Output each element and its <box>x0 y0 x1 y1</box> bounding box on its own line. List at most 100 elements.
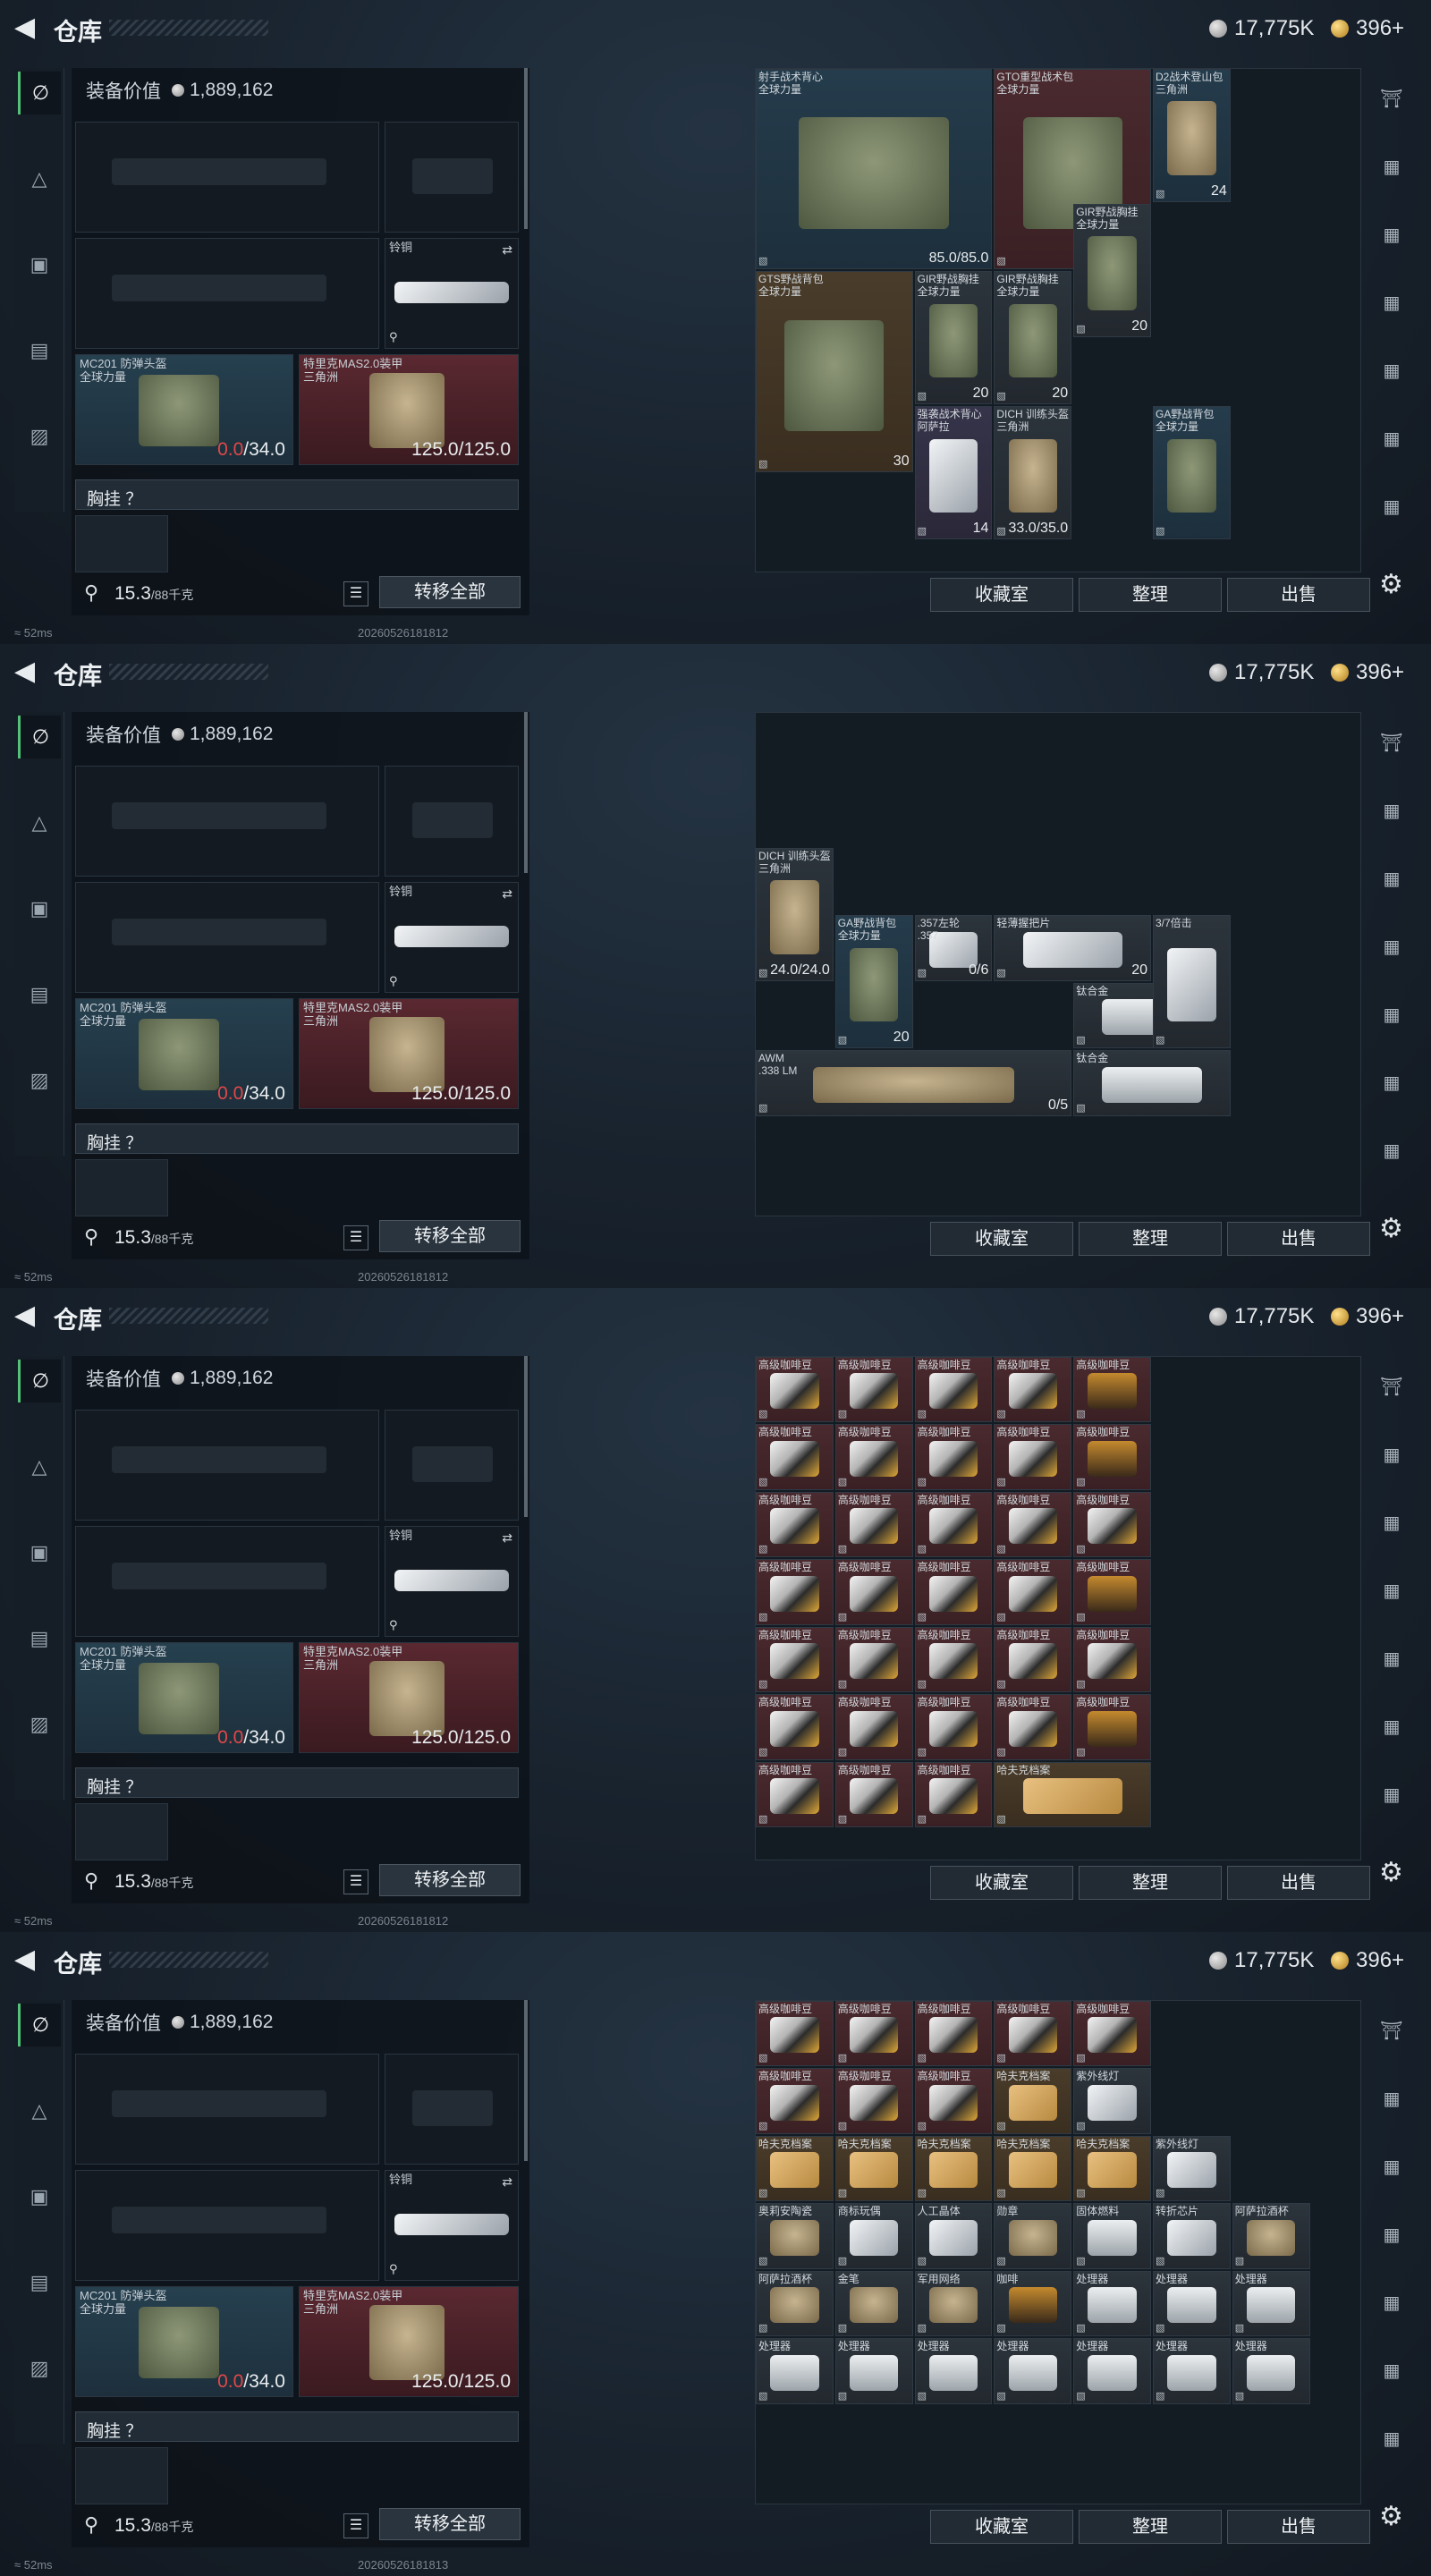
category-2-icon[interactable]: ▦ <box>1368 1499 1415 1546</box>
stash-item[interactable]: 高级咖啡豆 ▧ <box>834 2068 913 2134</box>
chest-rig-slot[interactable] <box>75 1159 168 1216</box>
lock-icon[interactable]: ⚲ <box>84 581 98 605</box>
primary-weapon-slot[interactable] <box>75 122 379 233</box>
stash-item[interactable]: 高级咖啡豆 ▧ <box>914 1491 993 1558</box>
category-2-icon[interactable]: ▦ <box>1368 211 1415 258</box>
sell-button[interactable]: 出售 <box>1227 1866 1370 1900</box>
stash-item[interactable]: 高级咖啡豆 ▧ <box>1073 1559 1151 1625</box>
stash-item[interactable]: 处理器 ▧ <box>1153 2338 1231 2404</box>
stash-item[interactable]: 高级咖啡豆 ▧ <box>1073 1694 1151 1760</box>
secondary-weapon-slot[interactable] <box>75 238 379 349</box>
category-6-icon[interactable]: ▦ <box>1368 2415 1415 2462</box>
stash-item[interactable]: 勋章 ▧ <box>994 2203 1072 2269</box>
tab-toolbox-icon[interactable]: ▨ <box>18 2347 61 2390</box>
tab-toolbox-icon[interactable]: ▨ <box>18 1703 61 1746</box>
chest-rig-header[interactable]: 胸挂 ？ <box>75 479 519 510</box>
armor-slot[interactable]: 特里克MAS2.0装甲 三角洲 125.0/125.0 <box>299 2286 519 2397</box>
back-arrow-icon[interactable]: ◀ <box>14 1946 41 1973</box>
loadout-scrollbar[interactable] <box>524 2000 528 2161</box>
tab-weapon-icon[interactable]: ∅ <box>18 716 61 758</box>
swap-icon[interactable]: ⇄ <box>502 886 512 902</box>
tab-clipboard-icon[interactable]: ▤ <box>18 2261 61 2304</box>
stash-item[interactable]: 高级咖啡豆 ▧ <box>834 1424 913 1490</box>
stash-item[interactable]: 哈夫克档案 ▧ <box>834 2135 913 2202</box>
stash-item[interactable]: 高级咖啡豆 ▧ <box>756 1559 834 1625</box>
back-arrow-icon[interactable]: ◀ <box>14 658 41 685</box>
tab-weapon-icon[interactable]: ∅ <box>18 1360 61 1402</box>
category-3-icon[interactable]: ▦ <box>1368 279 1415 326</box>
gold-currency[interactable]: 396+ <box>1331 1304 1404 1329</box>
stash-item[interactable]: 高级咖啡豆 ▧ <box>756 1357 834 1423</box>
stash-item[interactable]: GIR野战胸挂 全球力量 20 ▧ <box>994 271 1072 405</box>
stash-item[interactable]: 强袭战术背心 阿萨拉 14 ▧ <box>914 406 993 540</box>
melee-slot[interactable]: 铃铜 ⇄ ⚲ <box>385 1526 519 1637</box>
tab-operator-icon[interactable]: △ <box>18 157 61 200</box>
loadout-scrollbar[interactable] <box>524 1356 528 1517</box>
chest-rig-slot[interactable] <box>75 515 168 572</box>
secondary-weapon-slot[interactable] <box>75 2170 379 2281</box>
stash-item[interactable]: 高级咖啡豆 ▧ <box>834 2001 913 2067</box>
stash-item[interactable]: 高级咖啡豆 ▧ <box>834 1761 913 1828</box>
sell-button[interactable]: 出售 <box>1227 578 1370 612</box>
category-1-icon[interactable]: ▦ <box>1368 1431 1415 1478</box>
category-all-icon[interactable]: ⛩ <box>1368 719 1415 766</box>
stash-item[interactable]: 奥莉安陶瓷 ▧ <box>756 2203 834 2269</box>
chest-rig-slot[interactable] <box>75 2447 168 2504</box>
stash-item[interactable]: 高级咖啡豆 ▧ <box>1073 1491 1151 1558</box>
category-all-icon[interactable]: ⛩ <box>1368 2007 1415 2054</box>
helmet-slot[interactable]: MC201 防弹头盔 全球力量 0.0/34.0 <box>75 1642 293 1753</box>
melee-slot[interactable]: 铃铜 ⇄ ⚲ <box>385 238 519 349</box>
stash-item[interactable]: GTS野战背包 全球力量 30 ▧ <box>756 271 913 472</box>
category-4-icon[interactable]: ▦ <box>1368 991 1415 1038</box>
lock-icon[interactable]: ⚲ <box>84 2513 98 2537</box>
tab-operator-icon[interactable]: △ <box>18 801 61 844</box>
stash-item[interactable]: 高级咖啡豆 ▧ <box>914 1626 993 1693</box>
stash-grid[interactable]: 高级咖啡豆 ▧ 高级咖啡豆 ▧ 高级咖啡豆 ▧ 高级咖啡豆 ▧ 高级咖啡豆 ▧ 哈夫克档案 ▧ 高级咖啡… <box>755 1356 1361 1860</box>
category-6-icon[interactable]: ▦ <box>1368 483 1415 530</box>
chest-rig-header[interactable]: 胸挂 ？ <box>75 2411 519 2442</box>
tab-toolbox-icon[interactable]: ▨ <box>18 1059 61 1102</box>
stash-item[interactable]: 军用网络 ▧ <box>914 2270 993 2337</box>
lock-icon[interactable]: ⚲ <box>84 1225 98 1249</box>
chest-rig-header[interactable]: 胸挂 ？ <box>75 1767 519 1798</box>
gold-currency[interactable]: 396+ <box>1331 1948 1404 1973</box>
sell-button[interactable]: 出售 <box>1227 1222 1370 1256</box>
list-icon[interactable]: ☰ <box>343 581 368 606</box>
tab-operator-icon[interactable]: △ <box>18 1445 61 1488</box>
stash-item[interactable]: 哈夫克档案 ▧ <box>914 2135 993 2202</box>
stash-item[interactable]: 高级咖啡豆 ▧ <box>756 2068 834 2134</box>
sort-button[interactable]: 整理 <box>1079 1222 1222 1256</box>
stash-grid[interactable]: 高级咖啡豆 ▧ 哈夫克档案 ▧ 紫外线灯 ▧ 奥莉安陶瓷 ▧ 商标玩偶 ▧ 人工晶体 ▧ 勋章 ▧ 固体燃料… <box>755 2000 1361 2504</box>
stash-item[interactable]: 固体燃料 ▧ <box>1073 2203 1151 2269</box>
stash-grid[interactable]: DICH 训练头盔 三角洲 24.0/24.0 ▧ GA野战背包 全球力量 20 ▧ .357左… <box>755 712 1361 1216</box>
stash-item[interactable]: 高级咖啡豆 ▧ <box>756 1424 834 1490</box>
swap-icon[interactable]: ⇄ <box>502 1530 512 1546</box>
stash-item[interactable]: 处理器 ▧ <box>756 2338 834 2404</box>
tab-toolbox-icon[interactable]: ▨ <box>18 415 61 458</box>
transfer-all-button[interactable]: 转移全部 <box>379 2508 521 2540</box>
stash-item[interactable]: 高级咖啡豆 ▧ <box>834 1626 913 1693</box>
stash-item[interactable]: 处理器 ▧ <box>834 2338 913 2404</box>
tab-backpack-icon[interactable]: ▣ <box>18 2175 61 2218</box>
stash-item[interactable]: 高级咖啡豆 ▧ <box>834 1357 913 1423</box>
stash-item[interactable]: 高级咖啡豆 ▧ <box>756 1761 834 1828</box>
stash-item[interactable]: 高级咖啡豆 ▧ <box>1073 1424 1151 1490</box>
primary-weapon-slot[interactable] <box>75 1410 379 1521</box>
stash-grid[interactable]: 射手战术背心全球力量85.0/85.0▧GTO重型战术包全球力量45▧D2战术登… <box>755 68 1361 572</box>
stash-item[interactable]: 高级咖啡豆 ▧ <box>914 2001 993 2067</box>
stash-item[interactable]: 哈夫克档案 ▧ <box>994 2135 1072 2202</box>
sidearm-slot[interactable] <box>385 122 519 233</box>
stash-item[interactable]: 哈夫克档案 ▧ <box>1073 2135 1151 2202</box>
stash-item[interactable]: DICH 训练头盔 三角洲 33.0/35.0 ▧ <box>994 406 1072 540</box>
back-arrow-icon[interactable]: ◀ <box>14 1302 41 1329</box>
stash-item[interactable]: 高级咖啡豆 ▧ <box>834 1559 913 1625</box>
stash-item[interactable]: GA野战背包 全球力量 20 ▧ <box>834 915 913 1049</box>
stash-item[interactable]: 高级咖啡豆 ▧ <box>756 1626 834 1693</box>
category-2-icon[interactable]: ▦ <box>1368 2143 1415 2190</box>
helmet-slot[interactable]: MC201 防弹头盔 全球力量 0.0/34.0 <box>75 354 293 465</box>
category-5-icon[interactable]: ▦ <box>1368 1703 1415 1750</box>
stash-item[interactable]: 高级咖啡豆 ▧ <box>834 1491 913 1558</box>
tab-backpack-icon[interactable]: ▣ <box>18 1531 61 1574</box>
stash-item[interactable]: 高级咖啡豆 ▧ <box>994 1559 1072 1625</box>
category-all-icon[interactable]: ⛩ <box>1368 1363 1415 1410</box>
